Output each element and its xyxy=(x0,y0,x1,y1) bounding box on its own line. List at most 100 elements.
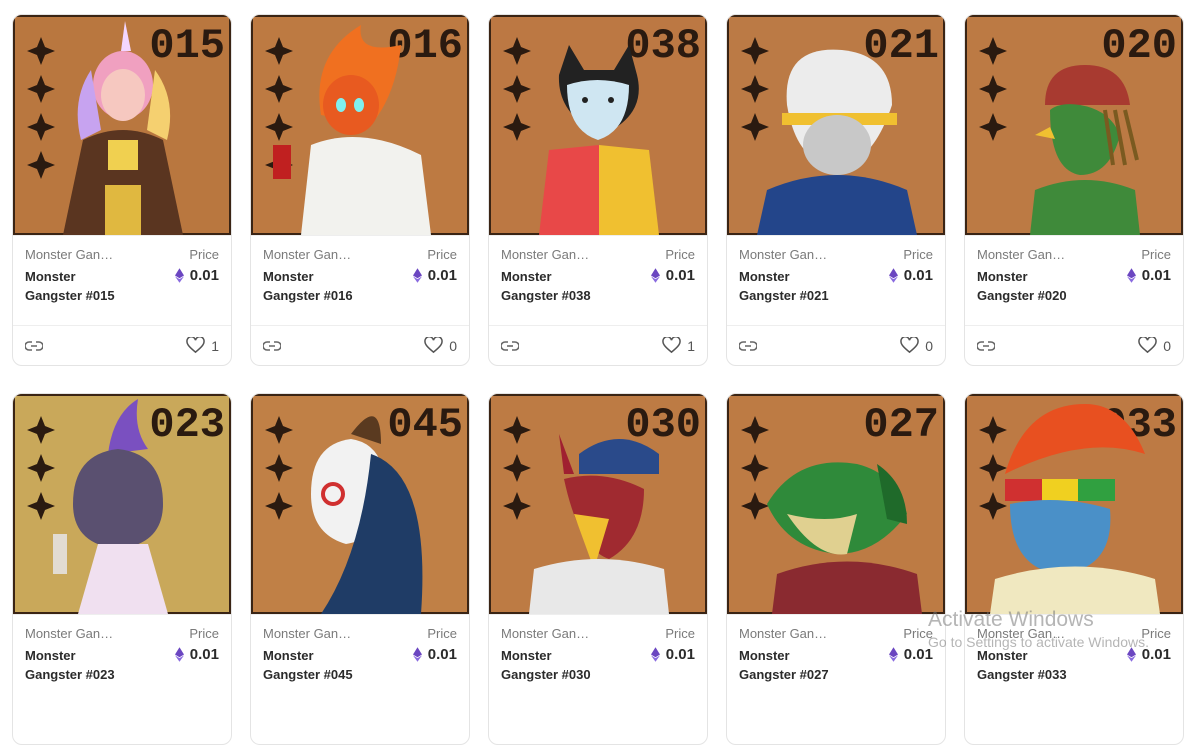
price-value: 0.01 xyxy=(650,267,695,284)
collection-name: Monster Gangster xyxy=(25,247,115,262)
nft-artwork[interactable]: 045 xyxy=(251,394,469,615)
nft-card[interactable]: 021 Monster Gangster Monster Gangster #0… xyxy=(726,14,946,366)
collection-name: Monster Gangster xyxy=(263,247,353,262)
nft-name[interactable]: Monster Gangster #033 xyxy=(977,646,1087,684)
price-value: 0.01 xyxy=(888,267,933,284)
collection-name: Monster Gangster xyxy=(739,247,829,262)
nft-artwork-image: 015 xyxy=(13,15,231,235)
nft-name[interactable]: Monster Gangster #045 xyxy=(263,646,373,684)
nft-name[interactable]: Monster Gangster #016 xyxy=(263,267,373,305)
price-amount: 0.01 xyxy=(665,646,695,663)
price-label: Price xyxy=(189,626,219,641)
price-value: 0.01 xyxy=(174,646,219,663)
link-icon[interactable] xyxy=(501,338,519,354)
like-count: 0 xyxy=(449,337,457,354)
nft-artwork[interactable]: 015 xyxy=(13,15,231,236)
nft-card[interactable]: 033 Monster Gangster Monster Gangster #0… xyxy=(964,393,1184,745)
nft-artwork-image: 027 xyxy=(727,394,945,614)
nft-card[interactable]: 027 Monster Gangster Monster Gangster #0… xyxy=(726,393,946,745)
heart-icon xyxy=(662,337,681,354)
collection-name: Monster Gangster xyxy=(977,247,1067,262)
nft-name[interactable]: Monster Gangster #020 xyxy=(977,267,1087,305)
price-amount: 0.01 xyxy=(1141,267,1171,284)
nft-card[interactable]: 038 Monster Gangster Monster Gangster #0… xyxy=(488,14,708,366)
link-icon[interactable] xyxy=(263,338,281,354)
link-icon[interactable] xyxy=(25,338,43,354)
like-count: 0 xyxy=(925,337,933,354)
price-amount: 0.01 xyxy=(903,267,933,284)
ethereum-icon xyxy=(650,647,660,662)
svg-text:038: 038 xyxy=(625,22,701,70)
price-amount: 0.01 xyxy=(427,267,457,284)
price-label: Price xyxy=(427,247,457,262)
ethereum-icon xyxy=(888,268,898,283)
svg-text:030: 030 xyxy=(625,401,701,449)
ethereum-icon xyxy=(412,268,422,283)
nft-artwork[interactable]: 027 xyxy=(727,394,945,615)
collection-name: Monster Gangster xyxy=(25,626,115,641)
nft-artwork[interactable]: 021 xyxy=(727,15,945,236)
nft-name[interactable]: Monster Gangster #038 xyxy=(501,267,611,305)
heart-icon xyxy=(186,337,205,354)
nft-card[interactable]: 030 Monster Gangster Monster Gangster #0… xyxy=(488,393,708,745)
nft-artwork[interactable]: 023 xyxy=(13,394,231,615)
collection-name: Monster Gangster xyxy=(263,626,353,641)
like-button[interactable]: 0 xyxy=(424,337,457,354)
nft-artwork-image: 016 xyxy=(251,15,469,235)
nft-artwork[interactable]: 030 xyxy=(489,394,707,615)
nft-card[interactable]: 020 Monster Gangster Monster Gangster #0… xyxy=(964,14,1184,366)
ethereum-icon xyxy=(650,268,660,283)
link-icon[interactable] xyxy=(739,338,757,354)
nft-name[interactable]: Monster Gangster #027 xyxy=(739,646,849,684)
price-amount: 0.01 xyxy=(427,646,457,663)
nft-name[interactable]: Monster Gangster #021 xyxy=(739,267,849,305)
nft-artwork[interactable]: 016 xyxy=(251,15,469,236)
price-label: Price xyxy=(665,247,695,262)
link-icon[interactable] xyxy=(977,338,995,354)
nft-artwork[interactable]: 038 xyxy=(489,15,707,236)
price-value: 0.01 xyxy=(412,646,457,663)
price-value: 0.01 xyxy=(1126,267,1171,284)
nft-card[interactable]: 015 Monster Gangster Monster Gangster #0… xyxy=(12,14,232,366)
nft-artwork[interactable]: 020 xyxy=(965,15,1183,236)
nft-artwork-image: 038 xyxy=(489,15,707,235)
nft-card[interactable]: 016 Monster Gangster Monster Gangster #0… xyxy=(250,14,470,366)
price-value: 0.01 xyxy=(174,267,219,284)
like-button[interactable]: 1 xyxy=(662,337,695,354)
nft-artwork[interactable]: 033 xyxy=(965,394,1183,615)
svg-text:023: 023 xyxy=(149,401,225,449)
price-amount: 0.01 xyxy=(189,267,219,284)
price-label: Price xyxy=(1141,626,1171,641)
like-button[interactable]: 1 xyxy=(186,337,219,354)
collection-name: Monster Gangster xyxy=(501,626,591,641)
price-value: 0.01 xyxy=(1126,646,1171,663)
nft-artwork-image: 033 xyxy=(965,394,1183,614)
svg-text:027: 027 xyxy=(863,401,939,449)
price-label: Price xyxy=(903,626,933,641)
nft-grid: 015 Monster Gangster Monster Gangster #0… xyxy=(0,0,1200,745)
nft-name[interactable]: Monster Gangster #023 xyxy=(25,646,135,684)
price-label: Price xyxy=(665,626,695,641)
price-value: 0.01 xyxy=(650,646,695,663)
like-button[interactable]: 0 xyxy=(1138,337,1171,354)
nft-card[interactable]: 023 Monster Gangster Monster Gangster #0… xyxy=(12,393,232,745)
like-button[interactable]: 0 xyxy=(900,337,933,354)
svg-text:045: 045 xyxy=(387,401,463,449)
nft-name[interactable]: Monster Gangster #030 xyxy=(501,646,611,684)
heart-icon xyxy=(1138,337,1157,354)
price-label: Price xyxy=(427,626,457,641)
collection-name: Monster Gangster xyxy=(977,626,1067,641)
nft-artwork-image: 023 xyxy=(13,394,231,614)
price-label: Price xyxy=(1141,247,1171,262)
price-label: Price xyxy=(189,247,219,262)
nft-artwork-image: 045 xyxy=(251,394,469,614)
price-amount: 0.01 xyxy=(189,646,219,663)
nft-card[interactable]: 045 Monster Gangster Monster Gangster #0… xyxy=(250,393,470,745)
nft-artwork-image: 030 xyxy=(489,394,707,614)
price-value: 0.01 xyxy=(888,646,933,663)
ethereum-icon xyxy=(174,268,184,283)
like-count: 0 xyxy=(1163,337,1171,354)
nft-artwork-image: 020 xyxy=(965,15,1183,235)
nft-name[interactable]: Monster Gangster #015 xyxy=(25,267,135,305)
svg-text:015: 015 xyxy=(149,22,225,70)
